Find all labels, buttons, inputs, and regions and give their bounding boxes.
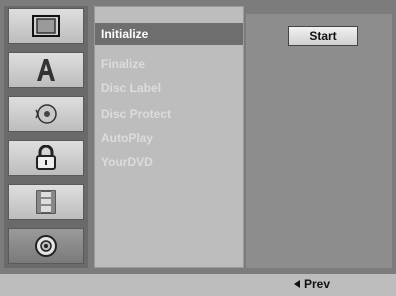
sidebar-item-lock[interactable] [8,140,84,176]
film-icon [34,189,58,215]
dvd-osd-screen: Initialize Finalize Disc Label Disc Prot… [0,0,396,274]
menu-item-disc-protect[interactable]: Disc Protect [95,103,243,125]
menu-item-finalize[interactable]: Finalize [95,53,243,75]
left-arrow-icon [293,280,300,288]
audio-icon [33,101,59,127]
menu-item-yourdvd[interactable]: YourDVD [95,151,243,173]
menu-item-autoplay[interactable]: AutoPlay [95,127,243,149]
sidebar-item-display[interactable] [8,8,84,44]
sidebar-item-language[interactable] [8,52,84,88]
lock-icon [35,145,57,171]
menu-item-disc-label[interactable]: Disc Label [95,77,243,99]
prev-label: Prev [303,277,330,291]
sidebar-item-audio[interactable] [8,96,84,132]
sidebar-item-disc[interactable] [8,228,84,264]
tv-icon [31,14,61,38]
start-button[interactable]: Start [288,26,358,46]
option-panel: Start [246,14,392,268]
prev-button[interactable]: Prev [293,277,330,291]
sidebar-item-recording[interactable] [8,184,84,220]
language-icon [34,57,58,83]
disc-icon [33,233,59,259]
disc-menu: Initialize Finalize Disc Label Disc Prot… [94,6,244,268]
sidebar [4,6,88,268]
footer-bar: Prev [0,274,396,296]
menu-item-initialize[interactable]: Initialize [95,23,243,45]
